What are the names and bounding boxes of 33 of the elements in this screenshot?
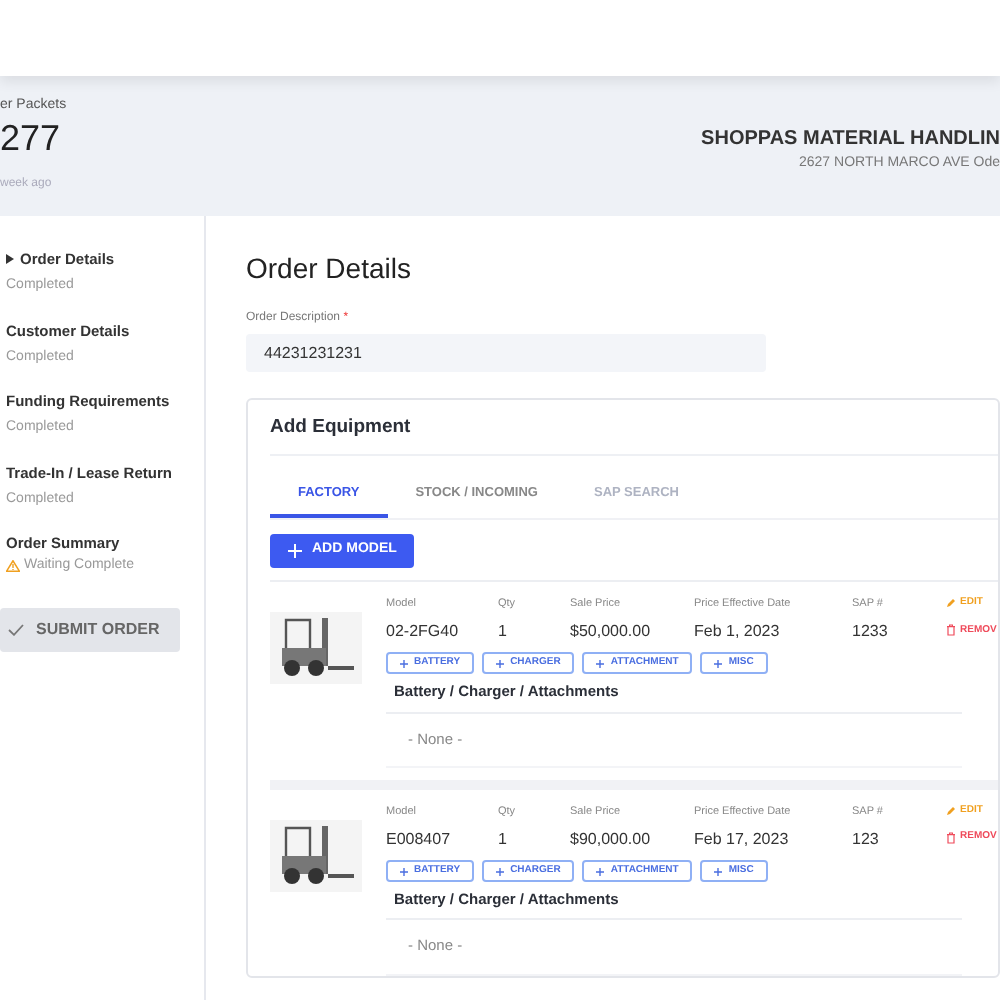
packets-count: 277 bbox=[0, 117, 63, 161]
plus-icon bbox=[496, 659, 505, 668]
plus-icon bbox=[400, 867, 408, 875]
field-value: 1 bbox=[498, 828, 509, 852]
submit-order-button[interactable]: SUBMIT ORDER bbox=[0, 608, 180, 653]
forklift-image bbox=[270, 612, 362, 684]
trash-icon bbox=[946, 832, 956, 844]
plus-icon bbox=[714, 867, 723, 875]
plus-icon bbox=[400, 659, 408, 668]
plus-icon bbox=[596, 659, 605, 668]
card-title: Add Equipment bbox=[270, 400, 998, 457]
plus-icon bbox=[496, 867, 505, 875]
field-value: 1233 bbox=[852, 620, 890, 645]
plus-icon bbox=[596, 867, 605, 875]
field-value: 02-2FG40 bbox=[386, 620, 461, 645]
forklift-image bbox=[270, 819, 362, 892]
check-icon bbox=[8, 624, 24, 637]
field-value: Feb 17, 2023 bbox=[694, 828, 791, 852]
trash-icon bbox=[946, 624, 956, 637]
field-value: $50,000.00 bbox=[570, 620, 653, 645]
field-value: 1 bbox=[498, 620, 509, 645]
warning-icon bbox=[6, 560, 20, 573]
plus-icon bbox=[714, 659, 723, 668]
company-name: SHOPPAS MATERIAL HANDLIN bbox=[701, 126, 1000, 154]
field-value: $90,000.00 bbox=[570, 828, 653, 852]
plus-icon bbox=[288, 544, 302, 558]
field-value: E008407 bbox=[386, 828, 453, 852]
field-value: 123 bbox=[852, 828, 881, 852]
pencil-icon bbox=[946, 598, 956, 609]
order-description-field[interactable]: 44231231231 bbox=[246, 334, 766, 372]
page-title: Order Details bbox=[246, 250, 413, 288]
pencil-icon bbox=[946, 806, 956, 816]
field-value: Feb 1, 2023 bbox=[694, 620, 782, 645]
